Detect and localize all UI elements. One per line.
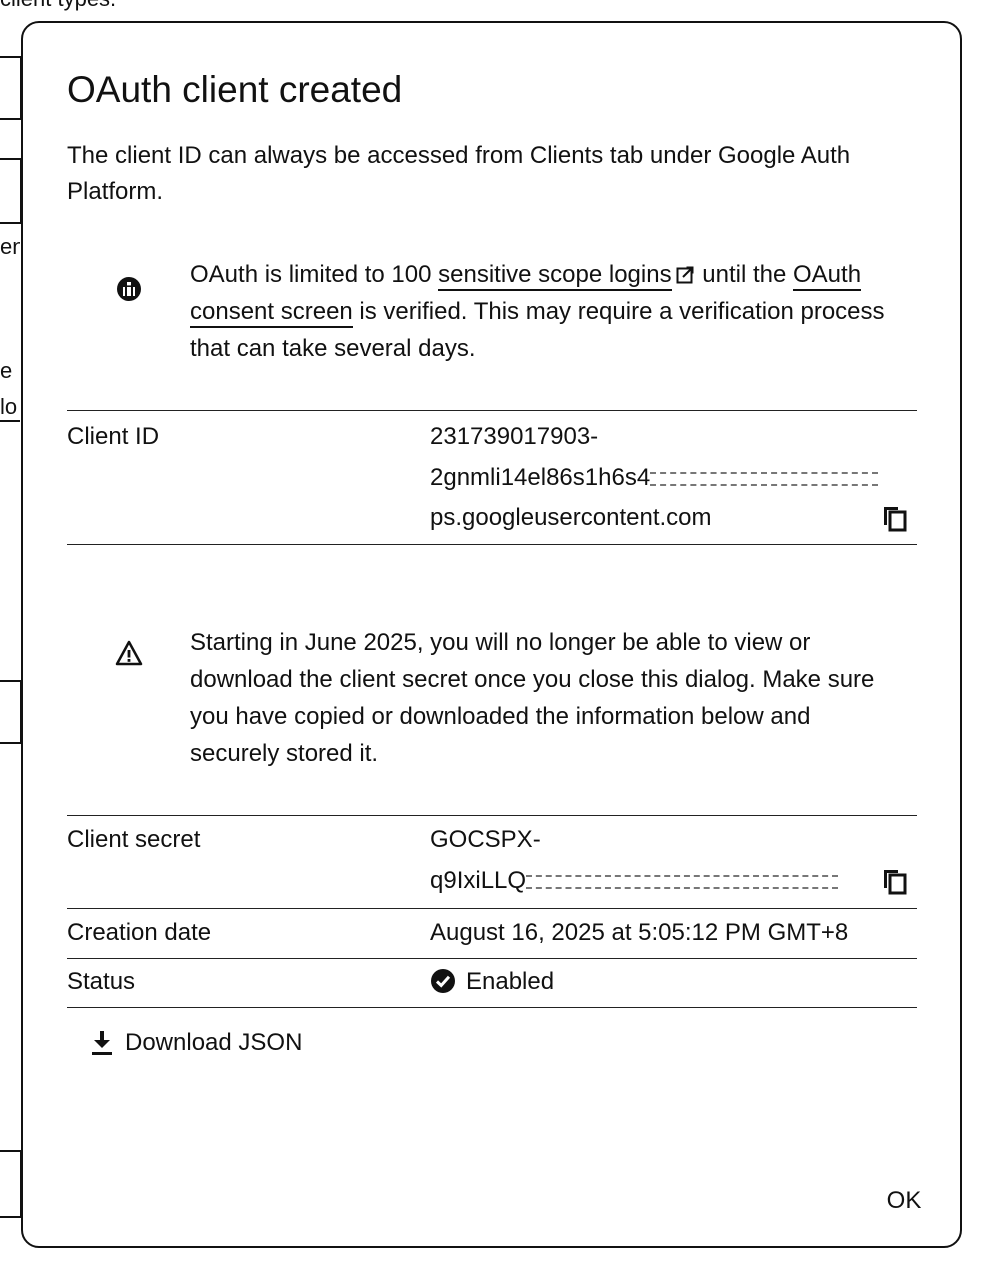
warning-icon [115,640,143,666]
background-text: en [0,234,20,259]
creation-date-value: August 16, 2025 at 5:05:12 PM GMT+8 [430,919,849,946]
background-field [0,680,22,744]
sensitive-scope-logins-link[interactable]: sensitive scope logins [438,261,672,291]
divider [67,958,917,959]
background-text: lo [0,394,20,422]
status-row: Status Enabled [67,962,917,1006]
background-field [0,1150,22,1218]
status-text: Enabled [466,968,555,995]
client-secret-row: Client secret GOCSPX- q9IxiLLQ [67,820,917,908]
divider [67,544,917,545]
background-field [0,56,22,120]
background-divider [0,222,22,224]
external-link-icon [676,266,694,284]
dialog-description: The client ID can always be accessed fro… [67,142,851,205]
ok-button[interactable]: OK [874,1179,934,1223]
client-id-row: Client ID 231739017903- 2gnmli14el86s1h6… [67,417,917,545]
background-text: e [0,358,13,383]
check-circle-icon [431,969,455,993]
status-value: Enabled [430,962,910,1003]
background-field [0,158,22,224]
client-id-line: 231739017903- [430,423,599,450]
divider [67,1007,917,1008]
download-icon [92,1031,112,1055]
client-id-value: 231739017903- 2gnmli14el86s1h6s4 ps.goog… [430,417,910,539]
client-secret-line: GOCSPX- [430,826,541,853]
background-divider [0,118,22,120]
oauth-client-created-dialog: OAuth client created The client ID can a… [21,21,962,1248]
copy-client-id-button[interactable] [880,503,910,533]
creation-date-label: Creation date [67,919,212,946]
background-divider [0,1216,22,1218]
client-secret-value: GOCSPX- q9IxiLLQ [430,820,910,901]
download-json-label: Download JSON [125,1029,303,1056]
info-icon [117,277,141,301]
client-secret-line: q9IxiLLQ [430,861,910,902]
divider [67,410,917,411]
client-id-label: Client ID [67,423,160,450]
warning-notice-text: Starting in June 2025, you will no longe… [190,629,875,767]
warning-notice: Starting in June 2025, you will no longe… [67,615,917,775]
info-notice: OAuth is limited to 100 sensitive scope … [67,251,917,371]
background-text: client types. [0,0,116,12]
redacted-text [526,874,839,889]
status-label: Status [67,968,136,995]
creation-date-row: Creation date August 16, 2025 at 5:05:12… [67,913,917,957]
copy-client-secret-button[interactable] [880,866,910,896]
divider [67,815,917,816]
redacted-text [650,471,879,486]
client-id-line: 2gnmli14el86s1h6s4 [430,458,910,499]
info-notice-text: OAuth is limited to 100 sensitive scope … [190,261,885,362]
client-id-line: ps.googleusercontent.com [430,504,712,531]
download-json-button[interactable]: Download JSON [89,1021,302,1065]
page: client types. en e lo OAuth client creat… [0,0,997,1280]
dialog-title: OAuth client created [67,69,403,110]
background-divider [0,742,22,744]
client-secret-label: Client secret [67,826,201,853]
divider [67,908,917,909]
